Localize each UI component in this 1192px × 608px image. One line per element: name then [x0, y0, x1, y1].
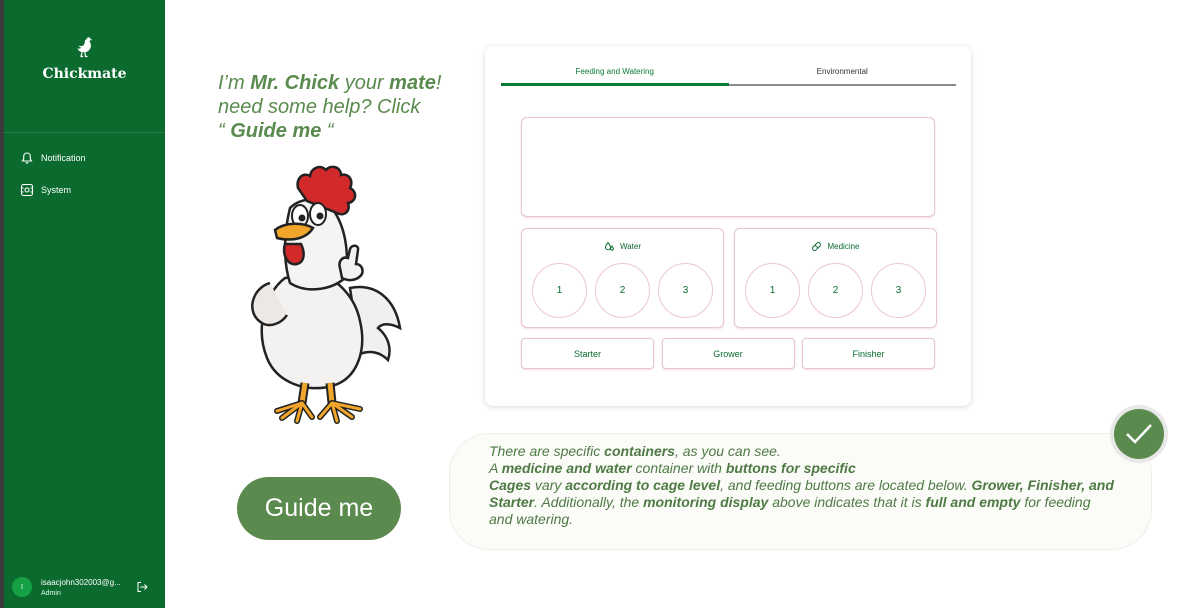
feeding-card: Feeding and Watering Environmental Water…	[485, 46, 971, 406]
check-icon	[1114, 409, 1164, 459]
greeting-text: !	[435, 72, 442, 94]
greeting-guide: Guide me	[230, 120, 322, 142]
tab-feeding-and-watering[interactable]: Feeding and Watering	[501, 66, 729, 86]
bell-icon	[20, 151, 34, 165]
info-bold: containers	[604, 443, 675, 459]
chicken-logo-icon	[76, 37, 92, 58]
info-bold: buttons for specific	[725, 460, 856, 476]
logout-icon[interactable]	[136, 581, 148, 593]
water-cage-buttons: 1 2 3	[532, 263, 713, 318]
medicine-title: Medicine	[735, 241, 936, 252]
monitoring-display	[521, 117, 935, 217]
info-bold: monitoring display	[643, 494, 769, 510]
greeting-quote: “	[321, 120, 334, 142]
guide-me-button[interactable]: Guide me	[237, 477, 401, 540]
water-cage-3-button[interactable]: 3	[658, 263, 713, 318]
user-email: isaacjohn302003@g...	[41, 577, 121, 587]
info-text: container with	[631, 460, 726, 476]
info-text: There are specific	[489, 443, 605, 459]
water-label: Water	[619, 242, 642, 251]
info-text: and watering.	[489, 511, 574, 527]
brand-name: Chickmate	[42, 66, 127, 82]
user-role: Admin	[41, 589, 61, 597]
greeting-help: need some help? Click	[218, 96, 421, 118]
finisher-button[interactable]: Finisher	[802, 338, 935, 369]
sidebar: Chickmate Notification System I isaacjoh…	[0, 0, 165, 608]
user-profile: I isaacjohn302003@g... Admin	[12, 574, 162, 600]
water-cage-2-button[interactable]: 2	[595, 263, 650, 318]
water-drop-icon	[604, 241, 615, 252]
guide-info-bubble: There are specific containers, as you ca…	[449, 433, 1152, 550]
medicine-label: Medicine	[827, 242, 860, 251]
info-bold: medicine and water	[501, 460, 632, 476]
sidebar-divider	[4, 132, 165, 133]
tab-bar: Feeding and Watering Environmental	[501, 66, 956, 86]
sidebar-item-label: Notification	[41, 153, 86, 163]
sidebar-nav: Notification System	[20, 150, 160, 214]
info-text: , and feeding buttons are located below.	[720, 477, 972, 493]
info-text: . Additionally, the	[534, 494, 644, 510]
medicine-cage-buttons: 1 2 3	[745, 263, 926, 318]
info-bold: Cages	[489, 477, 532, 493]
confirm-button[interactable]	[1110, 405, 1168, 463]
water-cage-1-button[interactable]: 1	[532, 263, 587, 318]
tab-environmental[interactable]: Environmental	[729, 66, 957, 84]
water-container: Water 1 2 3	[521, 228, 724, 328]
system-icon	[20, 183, 34, 197]
brand: Chickmate	[4, 34, 165, 82]
info-bold: according to cage level	[565, 477, 721, 493]
greeting-text: your	[339, 72, 390, 94]
info-bold: full and empty	[925, 494, 1021, 510]
greeting-name: Mr. Chick	[250, 72, 340, 94]
medicine-cage-3-button[interactable]: 3	[871, 263, 926, 318]
sidebar-item-label: System	[41, 185, 72, 195]
starter-button[interactable]: Starter	[521, 338, 654, 369]
info-text: A	[489, 460, 502, 476]
info-text: vary	[531, 477, 566, 493]
medicine-cage-2-button[interactable]: 2	[808, 263, 863, 318]
pill-icon	[811, 241, 822, 252]
info-bold: Grower, Finisher, and	[971, 477, 1114, 493]
info-text: above indicates that it is	[768, 494, 926, 510]
user-info: isaacjohn302003@g... Admin	[41, 578, 131, 597]
guide-info-text: There are specific containers, as you ca…	[489, 443, 1149, 528]
mascot-greeting: I’m Mr. Chick your mate! need some help?…	[218, 71, 468, 143]
info-bold: Starter	[489, 494, 535, 510]
greeting-quote: “	[218, 120, 231, 142]
feed-buttons: Starter Grower Finisher	[521, 338, 935, 369]
water-title: Water	[522, 241, 723, 252]
info-text: , as you can see.	[674, 443, 781, 459]
sidebar-item-notification[interactable]: Notification	[20, 150, 160, 166]
medicine-container: Medicine 1 2 3	[734, 228, 937, 328]
medicine-cage-1-button[interactable]: 1	[745, 263, 800, 318]
app-root: Chickmate Notification System I isaacjoh…	[0, 0, 1192, 608]
avatar[interactable]: I	[12, 577, 32, 597]
greeting-text: I’m	[218, 72, 251, 94]
rooster-mascot-icon	[251, 165, 402, 424]
greeting-mate: mate	[389, 72, 436, 94]
info-text: for feeding	[1020, 494, 1091, 510]
sidebar-item-system[interactable]: System	[20, 182, 160, 198]
grower-button[interactable]: Grower	[661, 338, 795, 369]
